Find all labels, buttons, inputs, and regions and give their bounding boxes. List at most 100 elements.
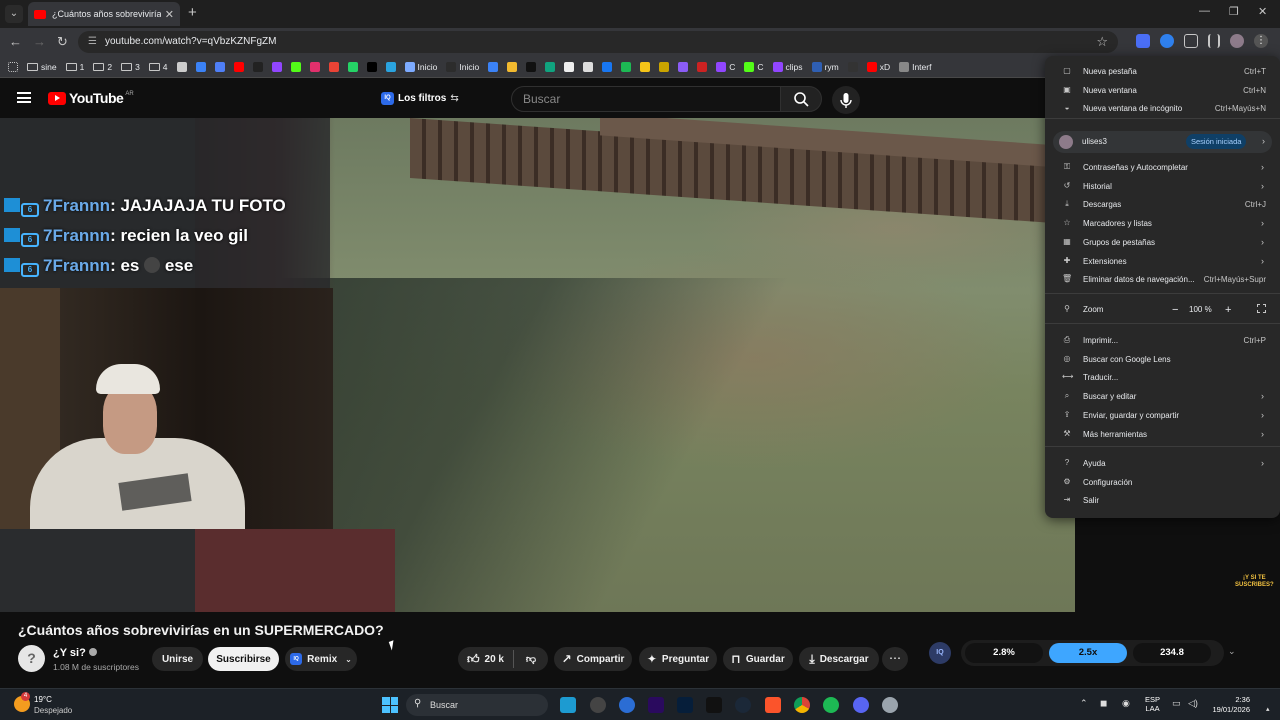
bookmark-item[interactable]: [385, 61, 396, 72]
network-icon[interactable]: ▭: [1172, 698, 1181, 709]
bookmark-item[interactable]: [659, 61, 670, 72]
bookmark-item[interactable]: [621, 61, 632, 72]
search-button[interactable]: [780, 86, 822, 112]
bookmark-item[interactable]: [507, 61, 518, 72]
channel-avatar[interactable]: ?: [18, 645, 45, 672]
task-view-icon[interactable]: [560, 697, 576, 713]
bookmark-item[interactable]: [564, 61, 575, 72]
brave-icon[interactable]: [765, 697, 781, 713]
notifications-icon[interactable]: ▴: [1266, 705, 1270, 713]
menu-item-new-tab[interactable]: ▢ Nueva pestaña Ctrl+T: [1045, 62, 1280, 80]
steam-icon[interactable]: [735, 697, 751, 713]
share-button[interactable]: ↗ Compartir: [554, 647, 632, 671]
tab-close-icon[interactable]: ✕: [165, 8, 174, 21]
bookmark-item[interactable]: [271, 61, 282, 72]
maximize-button[interactable]: ❐: [1229, 5, 1239, 18]
youtube-logo[interactable]: YouTube AR: [48, 90, 134, 106]
bookmark-item[interactable]: rym: [811, 61, 839, 72]
bookmark-item[interactable]: [233, 61, 244, 72]
tab-search-button[interactable]: ⌄: [5, 5, 23, 23]
bookmark-item[interactable]: [602, 61, 613, 72]
discord-icon[interactable]: [853, 697, 869, 713]
menu-item-translate[interactable]: ⟷ Traducir...: [1045, 368, 1280, 386]
forward-button[interactable]: →: [33, 34, 46, 49]
bookmark-item[interactable]: 1: [65, 62, 84, 72]
voice-search-button[interactable]: [832, 86, 860, 114]
bookmark-item[interactable]: [583, 61, 594, 72]
bookmark-item[interactable]: [290, 61, 301, 72]
join-button[interactable]: Unirse: [152, 647, 203, 671]
bookmark-item[interactable]: C: [716, 61, 735, 72]
like-button[interactable]: 👍︎ 20 k: [458, 647, 513, 671]
menu-item-history[interactable]: ↺ Historial ›: [1045, 177, 1280, 195]
menu-item-print[interactable]: ⎙ Imprimir... Ctrl+P: [1045, 331, 1280, 349]
bookmark-item[interactable]: Inicio: [404, 61, 437, 72]
bookmark-item[interactable]: sine: [27, 62, 57, 72]
menu-item-extension[interactable]: ✚ Extensiones ›: [1045, 252, 1280, 270]
menu-item-tab-groups[interactable]: ▦ Grupos de pestañas ›: [1045, 233, 1280, 251]
bookmark-item[interactable]: 4: [148, 62, 168, 72]
iq-stat-score[interactable]: 234.8: [1133, 643, 1211, 663]
menu-item-trash[interactable]: 🗑︎ Eliminar datos de navegación... Ctrl+Ma…: [1045, 270, 1280, 288]
address-bar[interactable]: ☰ youtube.com/watch?v=qVbzKZNFgZM ☆: [78, 31, 1118, 53]
menu-item-search-edit[interactable]: ⌕ Buscar y editar ›: [1045, 387, 1280, 405]
search-input[interactable]: [523, 92, 773, 106]
menu-item-key[interactable]: ⚿ Contraseñas y Autocompletar ›: [1045, 158, 1280, 176]
menu-item-lens[interactable]: ◎ Buscar con Google Lens: [1045, 350, 1280, 368]
tray-app-icon[interactable]: ◼: [1100, 698, 1107, 709]
bookmark-item[interactable]: [347, 61, 358, 72]
language-indicator[interactable]: ESP LAA: [1145, 695, 1160, 713]
bookmark-item[interactable]: [214, 61, 225, 72]
cursor-app-icon[interactable]: [619, 697, 635, 713]
extensions-puzzle-icon[interactable]: [1184, 34, 1198, 48]
menu-item-exit[interactable]: ⇥ Salir: [1045, 491, 1280, 509]
windows-start-button[interactable]: [382, 697, 398, 713]
bookmark-item[interactable]: [195, 61, 206, 72]
reload-button[interactable]: ↻: [57, 34, 68, 50]
settings-gear-icon[interactable]: [882, 697, 898, 713]
channel-name[interactable]: ¿Y si?: [53, 647, 97, 659]
menu-kebab-icon[interactable]: ⋮: [1254, 34, 1268, 48]
bookmark-item[interactable]: 2: [93, 62, 112, 72]
close-window-button[interactable]: ✕: [1258, 5, 1267, 18]
bookmark-item[interactable]: 3: [121, 62, 140, 72]
subscribe-button[interactable]: Suscribirse: [208, 647, 279, 671]
bookmark-item[interactable]: [488, 61, 499, 72]
more-actions-button[interactable]: ⋯: [882, 647, 908, 671]
zoom-out-button[interactable]: −: [1172, 304, 1178, 316]
bookmark-item[interactable]: [328, 61, 339, 72]
zoom-in-button[interactable]: +: [1225, 304, 1231, 316]
vpn-ext-icon[interactable]: [1160, 34, 1174, 48]
bookmark-item[interactable]: [526, 61, 537, 72]
bookmark-item[interactable]: [545, 61, 556, 72]
site-info-icon[interactable]: ☰: [88, 36, 97, 47]
iq-stat-multiplier[interactable]: 2.5x: [1049, 643, 1127, 663]
spotify-icon[interactable]: [823, 697, 839, 713]
taskbar-search[interactable]: ⚲ Buscar: [406, 694, 548, 716]
menu-item-help[interactable]: ? Ayuda ›: [1045, 454, 1280, 472]
fullscreen-icon[interactable]: [1257, 304, 1266, 313]
dislike-button[interactable]: 👎︎: [514, 647, 548, 671]
system-clock[interactable]: 2:36 19/01/2026: [1210, 695, 1250, 715]
remix-button[interactable]: IQ Remix ⌄: [285, 647, 357, 671]
menu-item-settings[interactable]: ⚙ Configuración: [1045, 473, 1280, 491]
ask-button[interactable]: ✦ Preguntar: [639, 647, 717, 671]
apps-grid-icon[interactable]: [8, 61, 18, 72]
bookmark-star-icon[interactable]: ☆: [1096, 34, 1108, 50]
bookmark-item[interactable]: [847, 61, 858, 72]
menu-item-tools[interactable]: ⚒ Más herramientas ›: [1045, 425, 1280, 443]
reading-list-icon[interactable]: [1208, 34, 1220, 48]
temperature[interactable]: 19°C: [34, 695, 52, 704]
chrome-icon[interactable]: [794, 697, 810, 713]
bookmark-item[interactable]: [678, 61, 689, 72]
bookmark-item[interactable]: [697, 61, 708, 72]
menu-item-new-window[interactable]: ▣ Nueva ventana Ctrl+N: [1045, 81, 1280, 99]
iq-logo-icon[interactable]: IQ: [929, 642, 951, 664]
epic-games-icon[interactable]: [706, 697, 722, 713]
photoshop-icon[interactable]: [677, 697, 693, 713]
app-icon[interactable]: [590, 697, 606, 713]
premiere-icon[interactable]: [648, 697, 664, 713]
menu-item-incognito[interactable]: ◒ Nueva ventana de incógnito Ctrl+Mayús+N: [1045, 99, 1280, 117]
translate-ext-icon[interactable]: [1136, 34, 1150, 48]
bookmark-item[interactable]: [366, 61, 377, 72]
